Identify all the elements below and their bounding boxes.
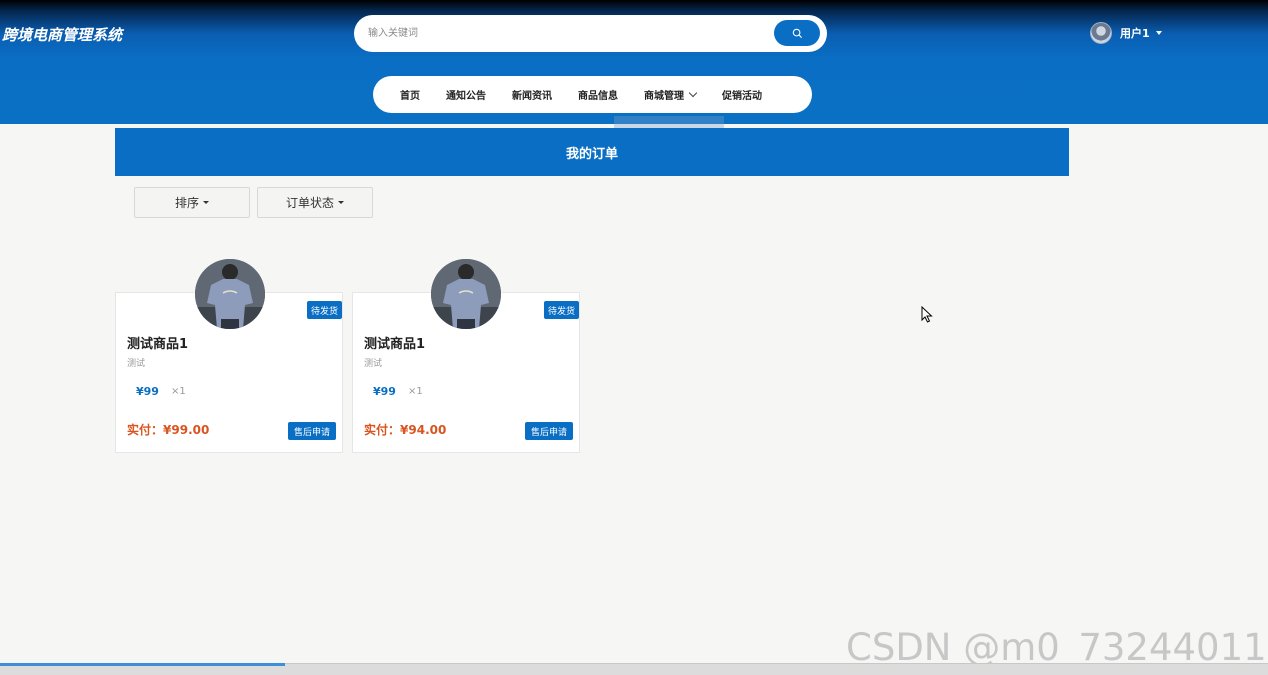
page-title-bar: 我的订单 xyxy=(115,128,1069,176)
loading-progress xyxy=(0,663,285,666)
paid-value: ¥94.00 xyxy=(400,423,447,437)
mouse-cursor-icon xyxy=(921,306,933,323)
product-qty: ×1 xyxy=(171,386,186,397)
caret-down-icon xyxy=(203,201,209,204)
nav-products[interactable]: 商品信息 xyxy=(578,87,618,102)
search-button[interactable] xyxy=(774,20,820,46)
product-desc: 测试 xyxy=(127,359,146,369)
product-qty: ×1 xyxy=(408,386,423,397)
aftersale-button[interactable]: 售后申请 xyxy=(288,422,336,440)
page-title: 我的订单 xyxy=(565,146,618,162)
product-image[interactable] xyxy=(431,259,501,329)
order-status-dropdown[interactable]: 订单状态 xyxy=(257,187,373,218)
product-name[interactable]: 测试商品1 xyxy=(127,333,188,352)
order-status-label: 订单状态 xyxy=(285,196,334,210)
status-badge: 待发货 xyxy=(543,301,579,319)
nav-home[interactable]: 首页 xyxy=(400,87,420,102)
paid-label: 实付： xyxy=(364,423,401,437)
nav-mall-management-label: 商城管理 xyxy=(644,91,684,102)
product-price: ¥99 xyxy=(136,385,159,398)
sort-label: 排序 xyxy=(174,196,199,210)
paid-amount: 实付：¥94.00 xyxy=(364,421,446,438)
nav-promotions[interactable]: 促销活动 xyxy=(722,87,762,102)
product-image[interactable] xyxy=(195,259,265,329)
aftersale-button[interactable]: 售后申请 xyxy=(525,422,573,440)
site-logo[interactable]: 跨境电商管理系统 xyxy=(2,24,122,45)
user-name: 用户1 xyxy=(1120,27,1150,40)
avatar xyxy=(1090,22,1112,44)
nav-news[interactable]: 新闻资讯 xyxy=(512,87,552,102)
product-name[interactable]: 测试商品1 xyxy=(364,333,425,352)
search-box xyxy=(354,15,827,52)
chevron-down-icon xyxy=(688,88,698,97)
status-badge: 待发货 xyxy=(306,301,342,319)
header: 跨境电商管理系统 用户1 首页 通知公告 新闻资讯 商品信息 商城管理 促销活动 xyxy=(0,0,1268,124)
sort-dropdown[interactable]: 排序 xyxy=(134,187,250,218)
product-desc: 测试 xyxy=(364,359,383,369)
main-nav: 首页 通知公告 新闻资讯 商品信息 商城管理 促销活动 xyxy=(373,76,812,113)
caret-down-icon xyxy=(338,201,344,204)
nav-notices[interactable]: 通知公告 xyxy=(446,87,486,102)
paid-label: 实付： xyxy=(127,423,164,437)
search-icon xyxy=(792,28,802,38)
nav-mall-management[interactable]: 商城管理 xyxy=(644,87,698,102)
paid-value: ¥99.00 xyxy=(163,423,210,437)
paid-amount: 实付：¥99.00 xyxy=(127,421,209,438)
search-input[interactable] xyxy=(368,15,768,52)
caret-down-icon xyxy=(1155,31,1162,35)
product-price: ¥99 xyxy=(373,385,396,398)
user-menu[interactable]: 用户1 xyxy=(1090,22,1162,44)
